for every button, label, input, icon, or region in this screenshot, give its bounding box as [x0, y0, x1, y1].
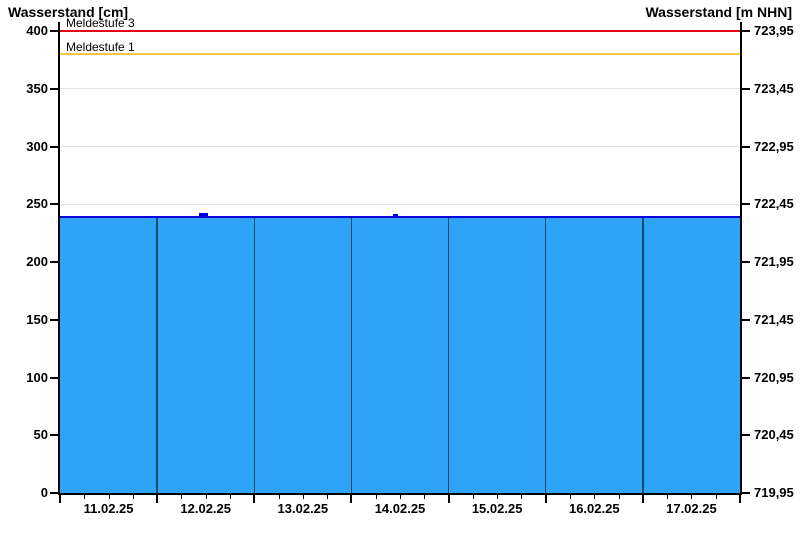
y-tick-label-right: 723,45	[754, 80, 794, 96]
y-tick-label-right: 722,95	[754, 138, 794, 154]
x-minor-tick	[327, 495, 329, 499]
y-tick-label-right: 722,45	[754, 196, 794, 212]
threshold-line	[60, 30, 740, 33]
x-date-label: 13.02.25	[277, 501, 329, 516]
gridline	[60, 203, 740, 205]
x-minor-tick	[521, 495, 523, 499]
day-divider-line	[253, 217, 256, 493]
y-tick-label-left: 0	[40, 485, 48, 500]
x-minor-tick	[472, 495, 474, 499]
x-major-tick	[739, 495, 741, 503]
threshold-line	[60, 53, 740, 56]
y-tick-right	[742, 30, 750, 33]
y-tick-right	[742, 318, 750, 321]
y-tick-right	[742, 492, 750, 494]
x-minor-tick	[570, 495, 571, 499]
x-minor-tick	[618, 495, 620, 499]
y-tick-left	[50, 203, 58, 206]
x-minor-tick	[230, 495, 231, 499]
x-major-tick	[156, 495, 159, 503]
y-tick-right	[742, 145, 750, 148]
y-tick-right	[742, 261, 750, 264]
day-divider-line	[156, 217, 158, 493]
x-minor-tick	[375, 495, 377, 499]
y-tick-left	[50, 145, 58, 148]
gridline	[60, 146, 740, 148]
x-minor-tick	[691, 495, 693, 499]
y-tick-label-right: 720,95	[754, 369, 794, 385]
y-tick-label-right: 720,45	[754, 427, 794, 443]
x-minor-tick	[181, 495, 183, 499]
y-tick-left	[50, 261, 58, 264]
x-minor-tick	[278, 495, 280, 499]
y-tick-right	[742, 434, 750, 437]
threshold-label-meldestufe-3: Meldestufe 3	[66, 16, 135, 30]
x-minor-tick	[424, 495, 426, 499]
x-minor-tick	[108, 495, 110, 499]
x-major-tick	[350, 495, 353, 503]
x-major-tick	[59, 495, 61, 503]
x-date-label: 17.02.25	[666, 501, 717, 516]
water-level-area	[60, 215, 740, 493]
y-tick-label-right: 721,45	[754, 311, 794, 327]
day-divider-line	[447, 217, 450, 493]
gridline	[60, 88, 740, 90]
x-date-label: 11.02.25	[83, 501, 134, 516]
x-date-label: 12.02.25	[180, 501, 231, 516]
series-peak	[393, 214, 399, 218]
y-tick-right	[742, 376, 750, 379]
right-axis-title: Wasserstand [m NHN]	[645, 4, 792, 20]
x-date-label: 15.02.25	[471, 501, 523, 516]
y-tick-left	[50, 434, 58, 437]
y-tick-label-left: 250	[26, 196, 48, 212]
y-tick-label-right: 719,95	[754, 485, 794, 500]
y-tick-label-left: 400	[26, 23, 48, 39]
x-minor-tick	[132, 495, 134, 499]
x-minor-tick	[302, 495, 304, 499]
x-minor-tick	[497, 495, 499, 499]
y-tick-label-right: 721,95	[754, 254, 794, 270]
x-minor-tick	[715, 495, 717, 499]
water-level-chart: Wasserstand [cm] Wasserstand [m NHN] Mel…	[0, 0, 800, 550]
y-tick-right	[742, 203, 750, 206]
x-minor-tick	[205, 495, 207, 499]
x-major-tick	[447, 495, 450, 503]
y-tick-label-left: 100	[26, 369, 48, 385]
y-tick-label-left: 150	[26, 311, 48, 327]
y-tick-left	[50, 492, 58, 494]
day-divider-line	[544, 217, 547, 493]
day-divider-line	[350, 217, 353, 493]
y-tick-left	[50, 376, 58, 379]
x-date-label: 14.02.25	[374, 501, 426, 516]
x-date-label: 16.02.25	[568, 501, 620, 516]
y-tick-label-left: 200	[26, 254, 48, 270]
series-peak	[198, 213, 208, 218]
x-minor-tick	[667, 495, 669, 499]
x-minor-tick	[400, 495, 401, 499]
x-minor-tick	[84, 495, 86, 499]
y-tick-label-left: 350	[26, 80, 48, 96]
threshold-label-meldestufe-1: Meldestufe 1	[66, 40, 135, 54]
y-tick-label-left: 300	[26, 138, 48, 154]
x-major-tick	[641, 495, 644, 503]
x-major-tick	[253, 495, 256, 503]
y-tick-label-left: 50	[33, 427, 48, 443]
x-major-tick	[544, 495, 547, 503]
plot-area	[58, 22, 742, 495]
y-tick-label-right: 723,95	[754, 23, 794, 39]
y-tick-left	[50, 87, 58, 90]
y-tick-left	[50, 30, 58, 33]
day-divider-line	[642, 217, 644, 493]
y-tick-left	[50, 318, 58, 321]
x-minor-tick	[594, 495, 596, 499]
y-tick-right	[742, 87, 750, 90]
